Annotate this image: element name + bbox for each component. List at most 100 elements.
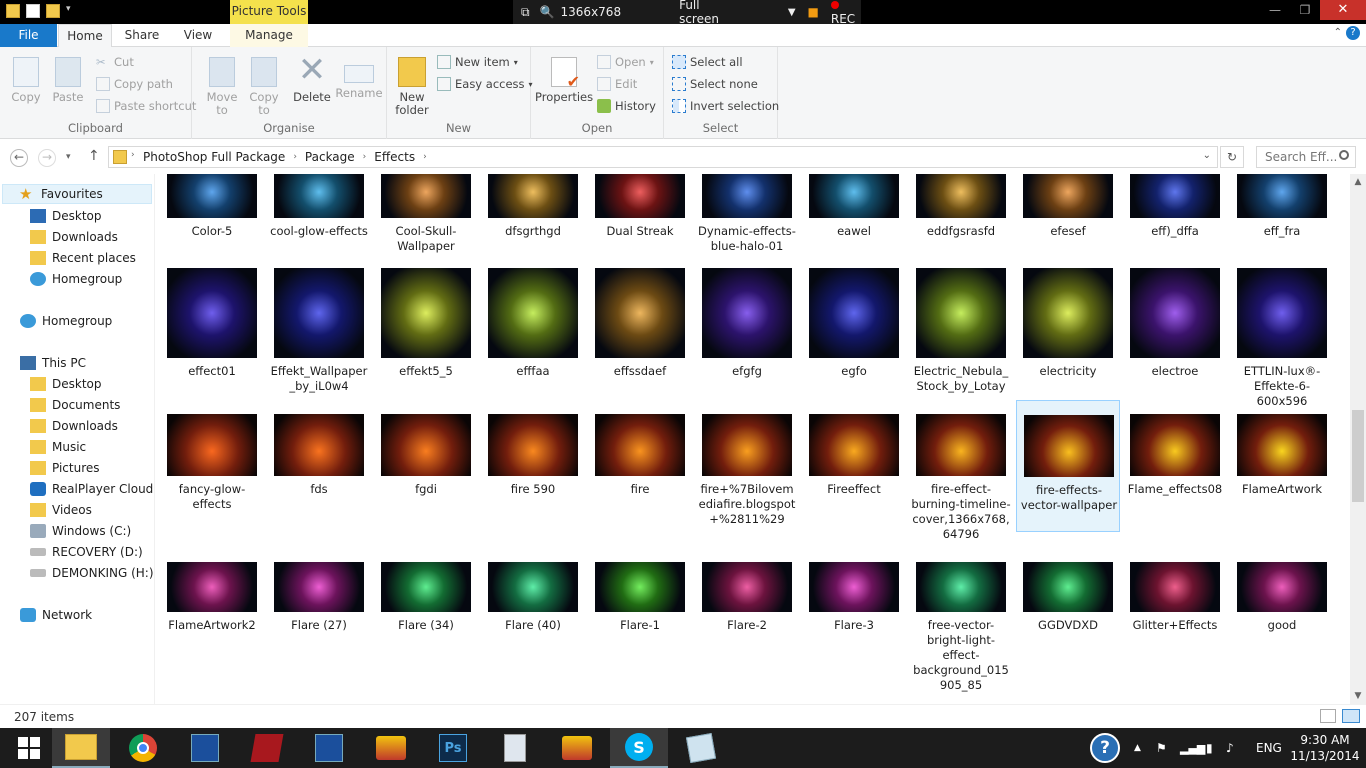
file-item[interactable]: egfo bbox=[802, 268, 906, 392]
file-item[interactable]: efgfg bbox=[695, 268, 799, 392]
delete-button[interactable]: ✕ Delete bbox=[292, 53, 332, 104]
copy-to-button[interactable]: Copy to bbox=[244, 53, 284, 117]
file-item[interactable]: Flare (27) bbox=[267, 546, 371, 670]
file-item[interactable]: efffaa bbox=[481, 268, 585, 392]
invert-selection-button[interactable]: Invert selection bbox=[672, 99, 779, 113]
history-button[interactable]: History bbox=[597, 99, 656, 113]
properties-icon[interactable] bbox=[26, 4, 40, 18]
taskbar-app-red[interactable] bbox=[238, 728, 296, 768]
tab-share[interactable]: Share bbox=[116, 24, 168, 47]
start-button[interactable] bbox=[0, 728, 58, 768]
file-item[interactable]: ETTLIN-lux®-Effekte-6-600x596 bbox=[1230, 268, 1334, 408]
edit-button[interactable]: Edit bbox=[597, 77, 637, 91]
show-hidden-icons[interactable]: ▲ bbox=[1134, 728, 1141, 768]
nav-favourites[interactable]: ★ Favourites bbox=[2, 184, 152, 204]
flag-icon[interactable]: ⚑ bbox=[1156, 728, 1167, 768]
taskbar-app-m2-1[interactable] bbox=[362, 728, 420, 768]
file-item[interactable]: fds bbox=[267, 400, 371, 532]
forward-button[interactable]: → bbox=[38, 149, 56, 167]
recorder-resolution[interactable]: 1366x768 bbox=[561, 5, 622, 19]
recorder-mode[interactable]: Full screen bbox=[679, 0, 734, 26]
nav-pc-windows-c[interactable]: Windows (C:) bbox=[30, 521, 131, 541]
search-input[interactable]: Search Eff... bbox=[1256, 146, 1356, 168]
paste-shortcut-button[interactable]: Paste shortcut bbox=[96, 99, 196, 113]
breadcrumb-photoshop[interactable]: PhotoShop Full Package bbox=[143, 150, 285, 164]
nav-pc-documents[interactable]: Documents bbox=[30, 395, 120, 415]
nav-this-pc[interactable]: This PC bbox=[20, 353, 86, 373]
file-item[interactable]: Flame_effects08 bbox=[1123, 400, 1227, 532]
taskbar-calculator[interactable] bbox=[486, 728, 544, 768]
up-button[interactable]: ↑ bbox=[88, 148, 100, 164]
collapse-ribbon-icon[interactable]: ⌃ bbox=[1334, 27, 1342, 38]
file-item[interactable]: free-vector-bright-light-effect-backgrou… bbox=[909, 546, 1013, 692]
nav-pc-desktop[interactable]: Desktop bbox=[30, 374, 102, 394]
folder-icon[interactable] bbox=[6, 4, 20, 18]
new-folder-button[interactable]: New folder bbox=[391, 53, 433, 117]
move-to-button[interactable]: Move to bbox=[202, 53, 242, 117]
taskbar-file-explorer[interactable] bbox=[52, 728, 110, 768]
file-item[interactable]: Fireeffect bbox=[802, 400, 906, 532]
file-item[interactable]: Effekt_Wallpaper_by_iL0w4 bbox=[267, 268, 371, 393]
nav-pc-realplayer[interactable]: RealPlayer Cloud bbox=[30, 479, 153, 499]
details-view-icon[interactable] bbox=[1320, 709, 1336, 723]
new-folder-icon[interactable] bbox=[46, 4, 60, 18]
nav-network[interactable]: Network bbox=[20, 605, 92, 625]
nav-pc-recovery-d[interactable]: RECOVERY (D:) bbox=[30, 542, 143, 562]
scroll-up-icon[interactable]: ▲ bbox=[1350, 174, 1366, 190]
nav-pc-videos[interactable]: Videos bbox=[30, 500, 92, 520]
select-all-button[interactable]: Select all bbox=[672, 55, 743, 69]
file-item[interactable]: effect01 bbox=[160, 268, 264, 392]
volume-icon[interactable]: ♪ bbox=[1226, 728, 1234, 768]
tab-home[interactable]: Home bbox=[58, 24, 112, 48]
file-item[interactable]: fire 590 bbox=[481, 400, 585, 532]
clock[interactable]: 9:30 AM 11/13/2014 bbox=[1288, 732, 1362, 764]
mode-dropdown-icon[interactable]: ▼ bbox=[788, 7, 796, 18]
file-item[interactable]: fire-effect-burning-timeline-cover,1366x… bbox=[909, 400, 1013, 541]
file-item[interactable]: good bbox=[1230, 546, 1334, 670]
cut-button[interactable]: ✂ Cut bbox=[96, 55, 134, 69]
taskbar-skype[interactable]: S bbox=[610, 728, 668, 768]
record-button[interactable]: REC bbox=[830, 0, 861, 26]
file-item[interactable]: Electric_Nebula_Stock_by_Lotay bbox=[909, 268, 1013, 393]
file-item[interactable]: Flare-3 bbox=[802, 546, 906, 670]
large-icons-view-icon[interactable] bbox=[1342, 709, 1360, 723]
file-item[interactable]: Glitter+Effects bbox=[1123, 546, 1227, 670]
nav-pc-demonking-h[interactable]: DEMONKING (H:) bbox=[30, 563, 154, 583]
file-item[interactable]: fire+%7Bilovemediafire.blogspot+%2811%29 bbox=[695, 400, 799, 532]
taskbar-photoshop[interactable]: Ps bbox=[424, 728, 482, 768]
taskbar-chrome[interactable] bbox=[114, 728, 172, 768]
help-tray-icon[interactable]: ? bbox=[1090, 728, 1120, 768]
file-item[interactable]: fire-effects-vector-wallpaper bbox=[1016, 400, 1120, 532]
file-item[interactable]: Flare-1 bbox=[588, 546, 692, 670]
file-item[interactable]: GGDVDXD bbox=[1016, 546, 1120, 670]
scroll-down-icon[interactable]: ▼ bbox=[1350, 688, 1366, 704]
dropdown-arrow-icon[interactable]: ▾ bbox=[66, 4, 76, 18]
breadcrumb-effects[interactable]: Effects bbox=[374, 150, 415, 164]
nav-pc-music[interactable]: Music bbox=[30, 437, 86, 457]
restore-icon[interactable]: ⧉ bbox=[521, 5, 530, 20]
file-item[interactable]: FlameArtwork bbox=[1230, 400, 1334, 532]
maximize-button[interactable]: ❐ bbox=[1290, 0, 1320, 20]
file-item[interactable]: effssdaef bbox=[588, 268, 692, 392]
nav-fav-recent[interactable]: Recent places bbox=[30, 248, 136, 268]
zoom-icon[interactable]: 🔍 bbox=[540, 5, 555, 19]
nav-fav-homegroup[interactable]: Homegroup bbox=[30, 269, 122, 289]
file-item[interactable]: effekt5_5 bbox=[374, 268, 478, 392]
taskbar-app-pb-2[interactable] bbox=[300, 728, 358, 768]
tab-manage[interactable]: Manage bbox=[230, 24, 308, 47]
easy-access-button[interactable]: Easy access ▾ bbox=[437, 77, 533, 91]
copy-button[interactable]: Copy bbox=[6, 53, 46, 104]
file-item[interactable]: Flare-2 bbox=[695, 546, 799, 670]
tab-file[interactable]: File bbox=[0, 24, 57, 47]
file-item[interactable]: fgdi bbox=[374, 400, 478, 532]
breadcrumb-package[interactable]: Package bbox=[305, 150, 355, 164]
file-item[interactable]: electroe bbox=[1123, 268, 1227, 392]
refresh-button[interactable]: ↻ bbox=[1220, 146, 1244, 168]
file-item[interactable]: fire bbox=[588, 400, 692, 532]
address-dropdown-icon[interactable]: ⌄ bbox=[1203, 150, 1211, 161]
properties-button[interactable]: ✔ Properties bbox=[535, 53, 593, 104]
minimize-button[interactable]: — bbox=[1260, 0, 1290, 20]
back-button[interactable]: ← bbox=[10, 149, 28, 167]
paste-button[interactable]: Paste bbox=[48, 53, 88, 104]
nav-fav-downloads[interactable]: Downloads bbox=[30, 227, 118, 247]
